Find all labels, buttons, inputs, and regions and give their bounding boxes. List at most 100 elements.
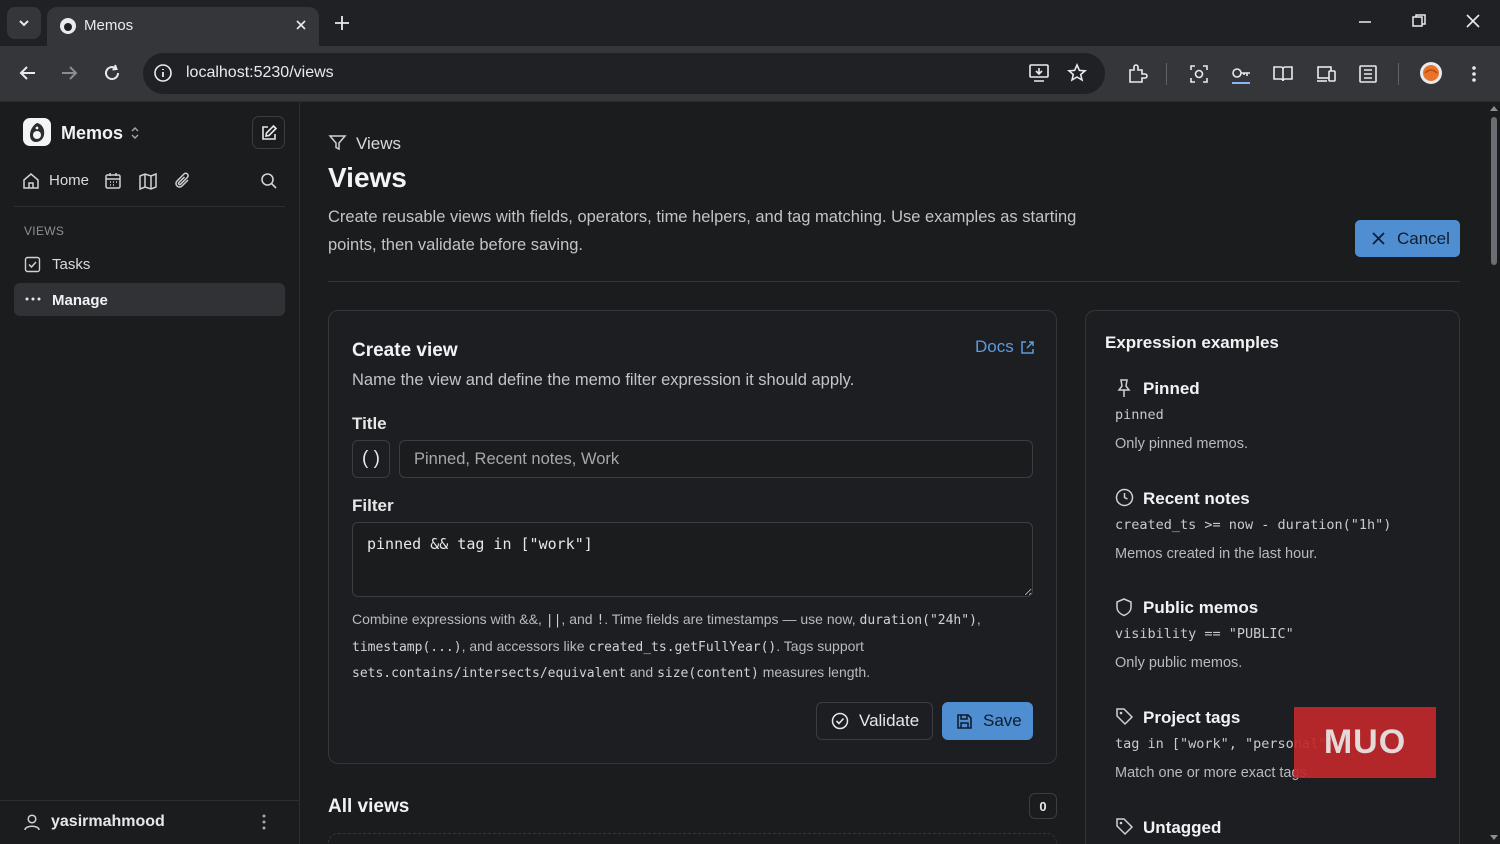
icon-picker-button[interactable]: ( ) [352,440,390,478]
title-input[interactable] [399,440,1033,478]
filter-input[interactable]: pinned && tag in ["work"] [352,522,1033,597]
help-code: timestamp(...) [352,639,462,655]
views-section-heading: VIEWS [24,224,65,238]
example-name: Recent notes [1143,489,1250,508]
sidebar-item-label: Tasks [52,256,91,273]
user-menu-icon[interactable] [256,812,272,832]
save-icon [957,713,972,729]
profile-avatar-icon[interactable] [1419,61,1443,85]
title-label: Title [352,414,387,433]
browser-menu-icon[interactable] [1464,63,1484,85]
muo-watermark-logo: MUO [1294,707,1436,778]
help-text: , and accessors like [461,637,589,654]
scroll-up-arrow-icon[interactable] [1490,105,1498,113]
calendar-icon[interactable] [103,171,123,191]
user-name[interactable]: yasirmahmood [51,813,165,831]
browser-tab-strip: Memos [0,0,1500,46]
example-name: Untagged [1143,818,1222,837]
screenshot-icon[interactable] [1188,63,1210,85]
example-name: Public memos [1143,598,1259,617]
help-text: , [976,611,981,627]
tab-search-button[interactable] [7,7,41,39]
save-button[interactable]: Save [942,702,1033,740]
help-text: Combine expressions with [352,611,520,627]
docs-link-label: Docs [975,337,1014,356]
scroll-down-arrow-icon[interactable] [1490,833,1498,841]
url-text[interactable]: localhost:5230/views [186,64,334,82]
close-window-icon[interactable] [1465,13,1481,29]
example-code: visibility == "PUBLIC" [1115,626,1294,642]
help-text: , and [561,611,597,627]
sidebar-item-manage[interactable]: Manage [14,283,285,316]
example-description: Only pinned memos. [1115,436,1248,452]
forward-icon[interactable] [59,63,79,83]
help-text: . Time fields are timestamps — use [604,611,827,627]
browser-tab-memos[interactable]: Memos [47,7,319,46]
docs-link[interactable]: Docs [975,337,1035,357]
install-app-icon[interactable] [1028,63,1050,83]
restore-window-icon[interactable] [1411,13,1427,29]
help-code: size(content) [657,666,759,681]
reload-icon[interactable] [102,63,122,83]
devices-icon[interactable] [1315,63,1337,85]
workspace-name[interactable]: Memos [61,123,123,144]
attachment-icon[interactable] [173,171,193,191]
more-dots-icon [25,297,41,301]
new-tab-icon[interactable] [332,13,352,33]
help-code: created_ts.getFullYear() [588,639,777,655]
cancel-button[interactable]: Cancel [1355,220,1460,257]
home-icon[interactable] [21,171,41,191]
page-title: Views [328,162,407,193]
views-list [328,833,1057,844]
nav-home-label[interactable]: Home [49,172,89,189]
extensions-icon[interactable] [1126,63,1148,85]
filter-icon [328,135,347,151]
side-panel-icon[interactable] [1357,63,1379,85]
map-icon[interactable] [138,171,158,191]
example-name: Pinned [1143,379,1200,398]
header-divider [328,281,1460,282]
example-description: Memos created in the last hour. [1115,546,1318,562]
watermark-text: MUO [1323,723,1407,761]
compose-icon [261,124,277,140]
back-icon[interactable] [18,63,38,83]
create-view-description: Name the view and define the memo filter… [352,371,855,389]
browser-toolbar: localhost:5230/views [0,46,1500,102]
page-scrollbar[interactable] [1488,102,1500,844]
example-code: pinned [1115,407,1164,423]
check-circle-icon [831,712,849,730]
scrollbar-thumb[interactable] [1491,117,1497,265]
address-bar[interactable]: localhost:5230/views [143,53,1105,94]
minimize-window-icon[interactable] [1357,13,1373,29]
help-text: , [851,611,860,627]
new-memo-button[interactable] [252,116,285,149]
chevron-updown-icon[interactable] [129,126,141,140]
example-name: Project tags [1143,708,1241,727]
memos-logo[interactable] [23,118,51,146]
sidebar: Memos Home VIEWS Tasks Manage yasirmahmo… [0,102,300,844]
toolbar-separator [1166,63,1167,85]
all-views-heading: All views [328,796,410,817]
password-key-icon[interactable] [1230,63,1252,85]
site-info-icon[interactable] [153,63,173,83]
cancel-button-label: Cancel [1397,228,1450,248]
external-link-icon [1020,340,1034,354]
bookmark-star-icon[interactable] [1067,63,1087,83]
clock-icon [1115,488,1134,507]
views-count-badge: 0 [1029,793,1057,819]
tag-icon [1116,708,1134,726]
help-code: || [545,613,562,628]
example-description: Only public memos. [1115,655,1243,671]
reading-mode-icon[interactable] [1272,63,1294,85]
filter-help-text: Combine expressions with &&, ||, and !. … [352,607,992,687]
validate-button-label: Validate [859,711,920,730]
help-code: duration("24h") [859,613,977,628]
search-icon[interactable] [259,171,279,191]
close-tab-icon[interactable] [293,17,309,33]
validate-button[interactable]: Validate [816,702,933,740]
checkbox-icon [24,256,41,273]
help-text: measures length. [758,664,871,680]
help-text: and [625,664,658,680]
sidebar-item-tasks[interactable]: Tasks [14,248,285,280]
user-icon[interactable] [22,812,42,832]
